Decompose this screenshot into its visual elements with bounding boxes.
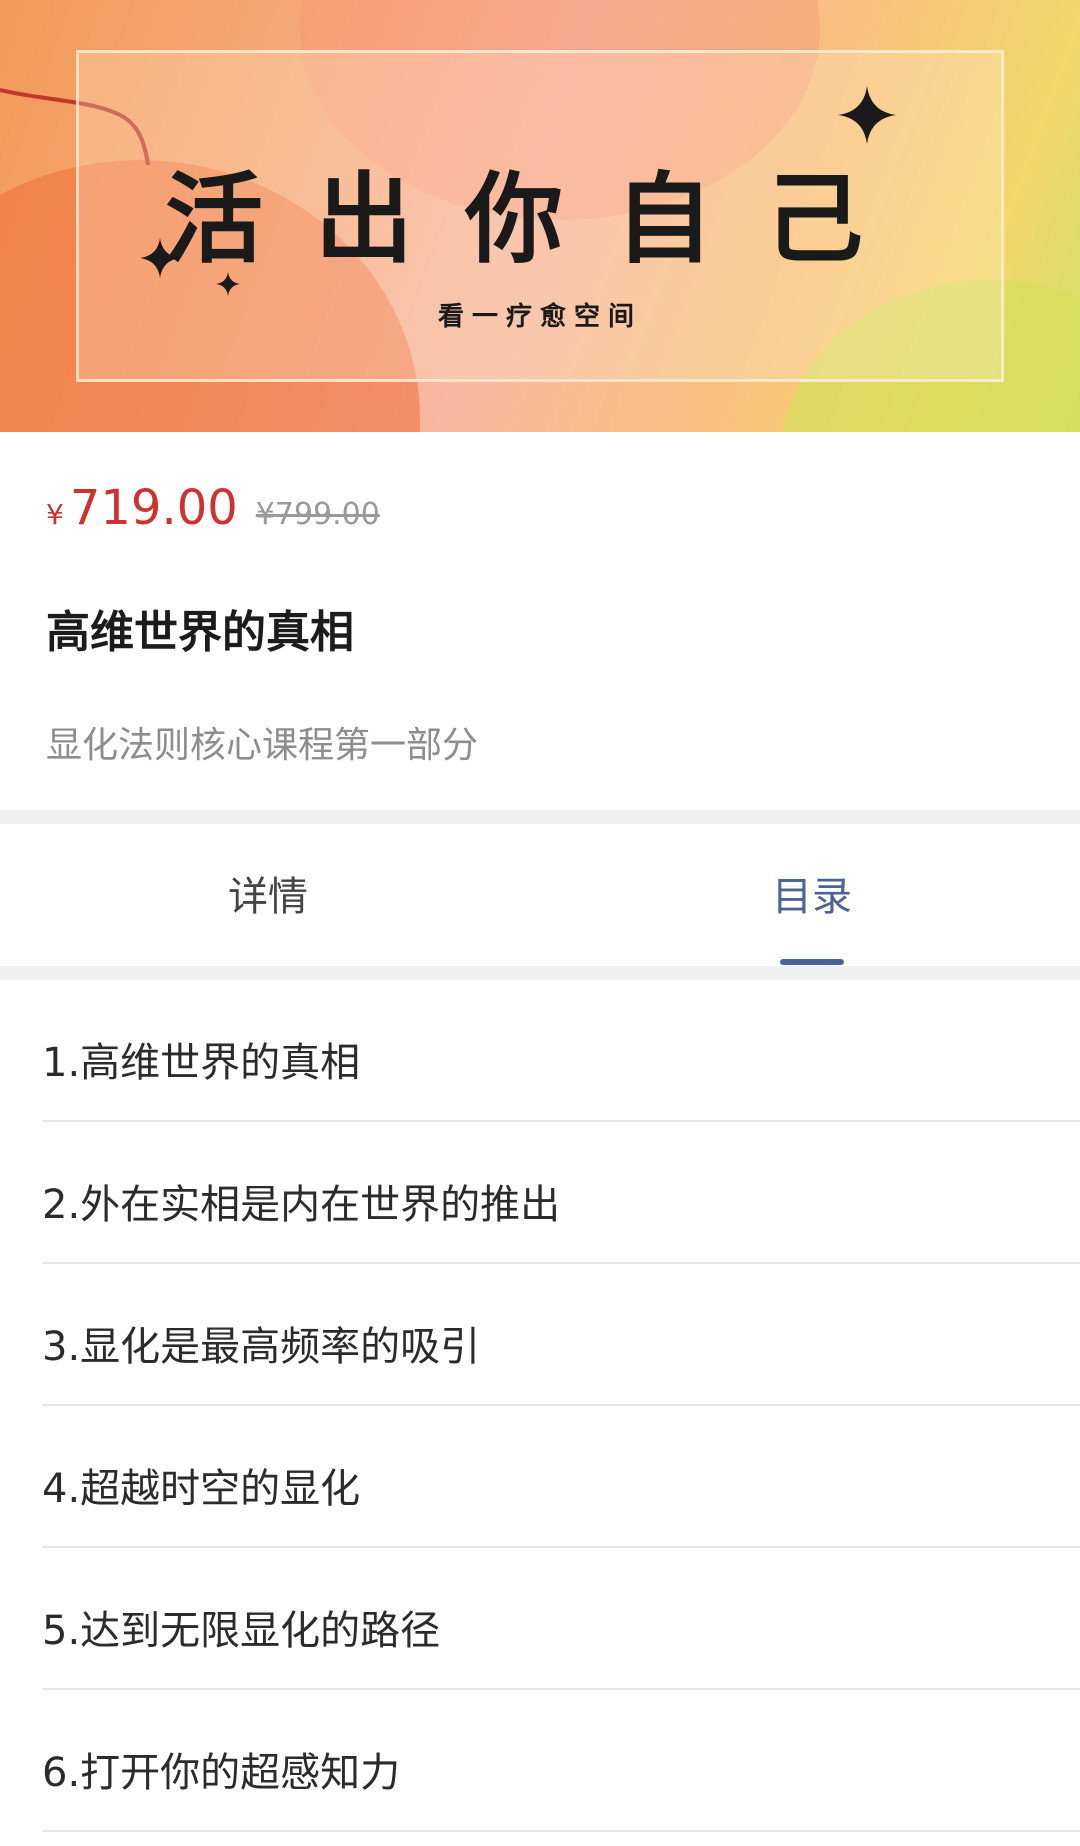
lesson-title: 6.打开你的超感知力: [42, 1750, 401, 1796]
banner-title: 活出你自己: [164, 162, 915, 277]
course-banner: 活出你自己 看一疗愈空间: [0, 0, 1080, 432]
list-item[interactable]: 5.达到无限显化的路径: [42, 1548, 1080, 1690]
list-item[interactable]: 3.显化是最高频率的吸引: [42, 1264, 1080, 1406]
course-subtitle: 显化法则核心课程第一部分: [46, 725, 479, 766]
price-row: ¥ 719.00 ¥799.00: [46, 480, 380, 536]
list-item[interactable]: 1.高维世界的真相: [42, 980, 1080, 1122]
list-item[interactable]: 4.超越时空的显化: [42, 1406, 1080, 1548]
course-title: 高维世界的真相: [46, 607, 354, 658]
original-price: ¥799.00: [255, 497, 380, 532]
list-item[interactable]: 2.外在实相是内在世界的推出: [42, 1122, 1080, 1264]
currency-symbol: ¥: [46, 498, 64, 531]
catalog-list: 1.高维世界的真相 2.外在实相是内在世界的推出 3.显化是最高频率的吸引 4.…: [0, 980, 1080, 1832]
section-divider: [0, 810, 1080, 824]
tab-catalog[interactable]: 目录: [772, 864, 852, 922]
section-divider: [0, 966, 1080, 980]
tab-bar: 详情 目录: [0, 824, 1080, 966]
product-info: ¥ 719.00 ¥799.00 高维世界的真相 显化法则核心课程第一部分: [0, 432, 1080, 810]
active-tab-indicator: [780, 959, 844, 965]
banner-subtitle: 看一疗愈空间: [437, 302, 642, 332]
lesson-title: 5.达到无限显化的路径: [42, 1608, 441, 1654]
lesson-title: 2.外在实相是内在世界的推出: [42, 1182, 561, 1228]
current-price: 719.00: [69, 480, 238, 536]
sparkle-icon: [838, 86, 896, 144]
lesson-title: 3.显化是最高频率的吸引: [42, 1324, 481, 1370]
list-item[interactable]: 6.打开你的超感知力: [42, 1690, 1080, 1832]
lesson-title: 1.高维世界的真相: [42, 1040, 361, 1086]
lesson-title: 4.超越时空的显化: [42, 1466, 361, 1512]
tab-details[interactable]: 详情: [228, 864, 308, 922]
page: 活出你自己 看一疗愈空间 ¥ 719.00 ¥799.00 高维世界的真相 显化…: [0, 0, 1080, 1846]
